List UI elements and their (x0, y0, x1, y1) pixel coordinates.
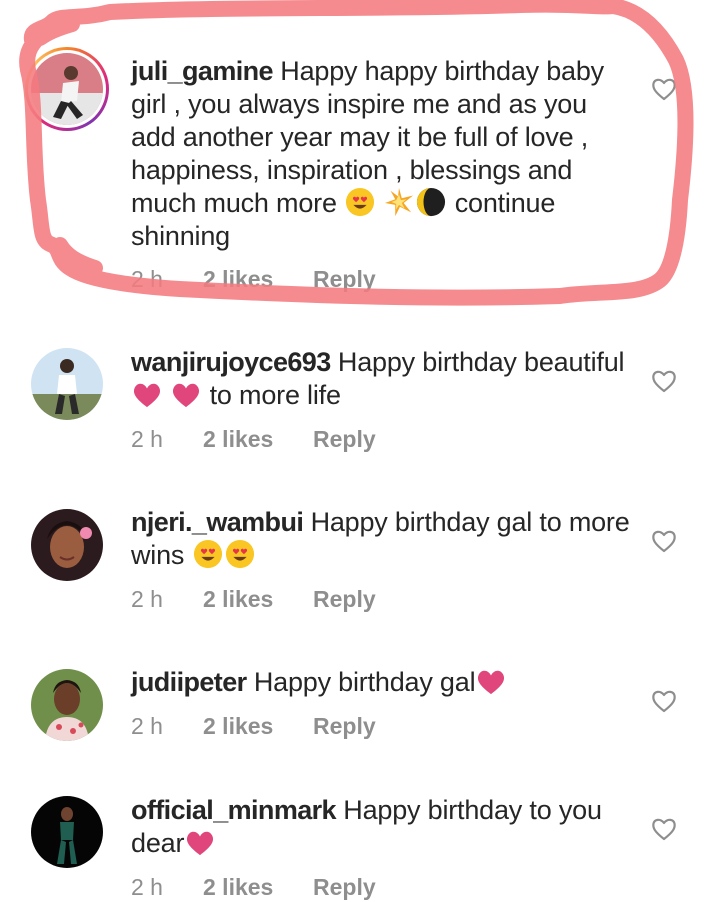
pink-heart-emoji (171, 381, 201, 409)
avatar[interactable] (31, 796, 103, 868)
like-heart-icon[interactable] (651, 817, 677, 841)
moon-emoji (416, 187, 446, 217)
comment-username[interactable]: wanjirujoyce693 (131, 347, 331, 377)
like-heart-icon[interactable] (651, 529, 677, 553)
like-heart-icon[interactable] (651, 77, 677, 101)
avatar[interactable] (31, 669, 103, 741)
comment-time: 2 h (131, 266, 163, 292)
comment-time: 2 h (131, 426, 163, 452)
avatar[interactable] (31, 348, 103, 420)
like-heart-icon[interactable] (651, 689, 677, 713)
comment-body: juli_gamine Happy happy birthday baby gi… (131, 55, 631, 253)
comment-time: 2 h (131, 586, 163, 612)
comment-likes[interactable]: 2 likes (203, 266, 313, 293)
comment-username[interactable]: official_minmark (131, 795, 337, 825)
comment-text: Happy birthday gal (253, 667, 476, 697)
reply-button[interactable]: Reply (313, 426, 376, 452)
heart-eyes-emoji (225, 539, 255, 569)
comment-time: 2 h (131, 874, 163, 900)
comment-meta: 2 h 2 likes Reply (131, 874, 376, 901)
comment-meta: 2 h 2 likes Reply (131, 426, 376, 453)
comment-text: to more life (209, 380, 341, 410)
avatar-photo (31, 669, 103, 741)
comment-username[interactable]: judiipeter (131, 667, 247, 697)
comment-likes[interactable]: 2 likes (203, 426, 313, 453)
avatar-photo (31, 509, 103, 581)
comment-body: official_minmark Happy birthday to you d… (131, 794, 631, 860)
pink-heart-emoji (185, 829, 215, 857)
avatar-photo (31, 348, 103, 420)
reply-button[interactable]: Reply (313, 713, 376, 739)
pink-heart-emoji (476, 668, 506, 696)
pink-heart-emoji (132, 381, 162, 409)
heart-eyes-emoji (193, 539, 223, 569)
reply-button[interactable]: Reply (313, 586, 376, 612)
sparkle-emoji (384, 187, 414, 217)
like-heart-icon[interactable] (651, 369, 677, 393)
comment-time: 2 h (131, 713, 163, 739)
heart-eyes-emoji (345, 187, 375, 217)
comment-username[interactable]: njeri._wambui (131, 507, 304, 537)
reply-button[interactable]: Reply (313, 874, 376, 900)
comment-likes[interactable]: 2 likes (203, 874, 313, 901)
comment-likes[interactable]: 2 likes (203, 586, 313, 613)
avatar[interactable] (31, 53, 103, 125)
avatar[interactable] (31, 509, 103, 581)
comment-body: judiipeter Happy birthday gal (131, 666, 631, 699)
comment-likes[interactable]: 2 likes (203, 713, 313, 740)
avatar-photo (31, 796, 103, 868)
comment-username[interactable]: juli_gamine (131, 56, 274, 86)
comment-meta: 2 h 2 likes Reply (131, 713, 376, 740)
comment-body: njeri._wambui Happy birthday gal to more… (131, 506, 631, 572)
comment-body: wanjirujoyce693 Happy birthday beautiful… (131, 346, 631, 412)
reply-button[interactable]: Reply (313, 266, 376, 292)
avatar-photo (31, 53, 103, 125)
comment-meta: 2 h 2 likes Reply (131, 266, 376, 293)
comment-text: Happy birthday beautiful (337, 347, 625, 377)
comment-meta: 2 h 2 likes Reply (131, 586, 376, 613)
